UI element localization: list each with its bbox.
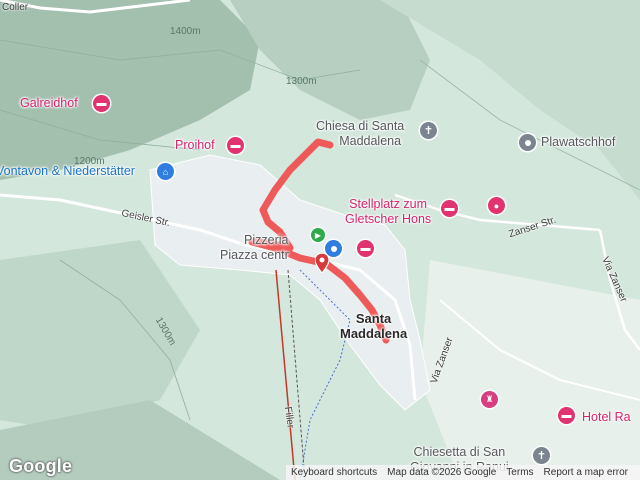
street-label-coller: Coller — [2, 2, 29, 13]
cross-icon[interactable]: ✝ — [420, 122, 437, 139]
bed-icon[interactable]: ▬ — [93, 95, 110, 112]
place-label: Galreidhof — [20, 96, 78, 110]
place-stellplatz[interactable]: Stellplatz zum Gletscher Hons — [345, 197, 431, 227]
shopping-cart-icon[interactable]: ⌂ — [157, 163, 174, 180]
keyboard-shortcuts-link[interactable]: Keyboard shortcuts — [286, 467, 382, 478]
place-chiesa[interactable]: Chiesa di Santa Maddalena — [316, 119, 404, 149]
place-label: Vontavon & Niederstätter — [0, 164, 135, 178]
map-pin-icon[interactable] — [314, 252, 330, 274]
place-label: Stellplatz zum — [349, 197, 427, 211]
report-error-link[interactable]: Report a map error — [539, 467, 633, 478]
place-label: Piazza centr — [220, 248, 289, 262]
cross-icon[interactable]: ✝ — [533, 447, 550, 464]
village-label: Santa Maddalena — [340, 311, 407, 341]
place-label: Hotel Ra — [582, 410, 631, 424]
place-galreidhof[interactable]: Galreidhof — [20, 96, 78, 111]
place-label: Maddalena — [339, 134, 402, 148]
terms-link[interactable]: Terms — [501, 467, 538, 478]
place-plawatschhof[interactable]: Plawatschhof — [541, 135, 615, 150]
play-icon[interactable]: ▶ — [311, 228, 325, 242]
place-label: Santa — [355, 311, 392, 326]
pin-dot-icon[interactable] — [519, 134, 536, 151]
place-pizzeria[interactable]: Pizzeria Piazza centr — [220, 233, 289, 263]
place-label: Gletscher Hons — [345, 212, 432, 226]
place-hotel-ra[interactable]: Hotel Ra — [582, 410, 631, 425]
bed-icon[interactable]: ▬ — [441, 200, 458, 217]
contour-label: 1300m — [286, 76, 317, 87]
place-label: Proihof — [175, 138, 215, 152]
camera-icon[interactable]: ● — [488, 197, 505, 214]
attribution-bar: Keyboard shortcuts Map data ©2026 Google… — [286, 465, 640, 480]
place-label: Pizzeria — [244, 233, 289, 247]
map-data-text: Map data ©2026 Google — [387, 467, 497, 478]
castle-icon[interactable]: ♜ — [481, 391, 498, 408]
contour-label: 1400m — [170, 26, 201, 37]
bed-icon[interactable]: ▬ — [357, 240, 374, 257]
place-label: Maddalena — [340, 326, 408, 341]
bed-icon[interactable]: ▬ — [227, 137, 244, 154]
google-logo: Google — [9, 456, 73, 476]
place-label: Plawatschhof — [541, 135, 616, 149]
place-label: Chiesa di Santa — [316, 119, 405, 133]
place-vontavon[interactable]: Vontavon & Niederstätter — [0, 164, 135, 179]
place-label: Chiesetta di San — [413, 445, 506, 459]
bed-icon[interactable]: ▬ — [558, 407, 575, 424]
place-proihof[interactable]: Proihof — [175, 138, 215, 153]
